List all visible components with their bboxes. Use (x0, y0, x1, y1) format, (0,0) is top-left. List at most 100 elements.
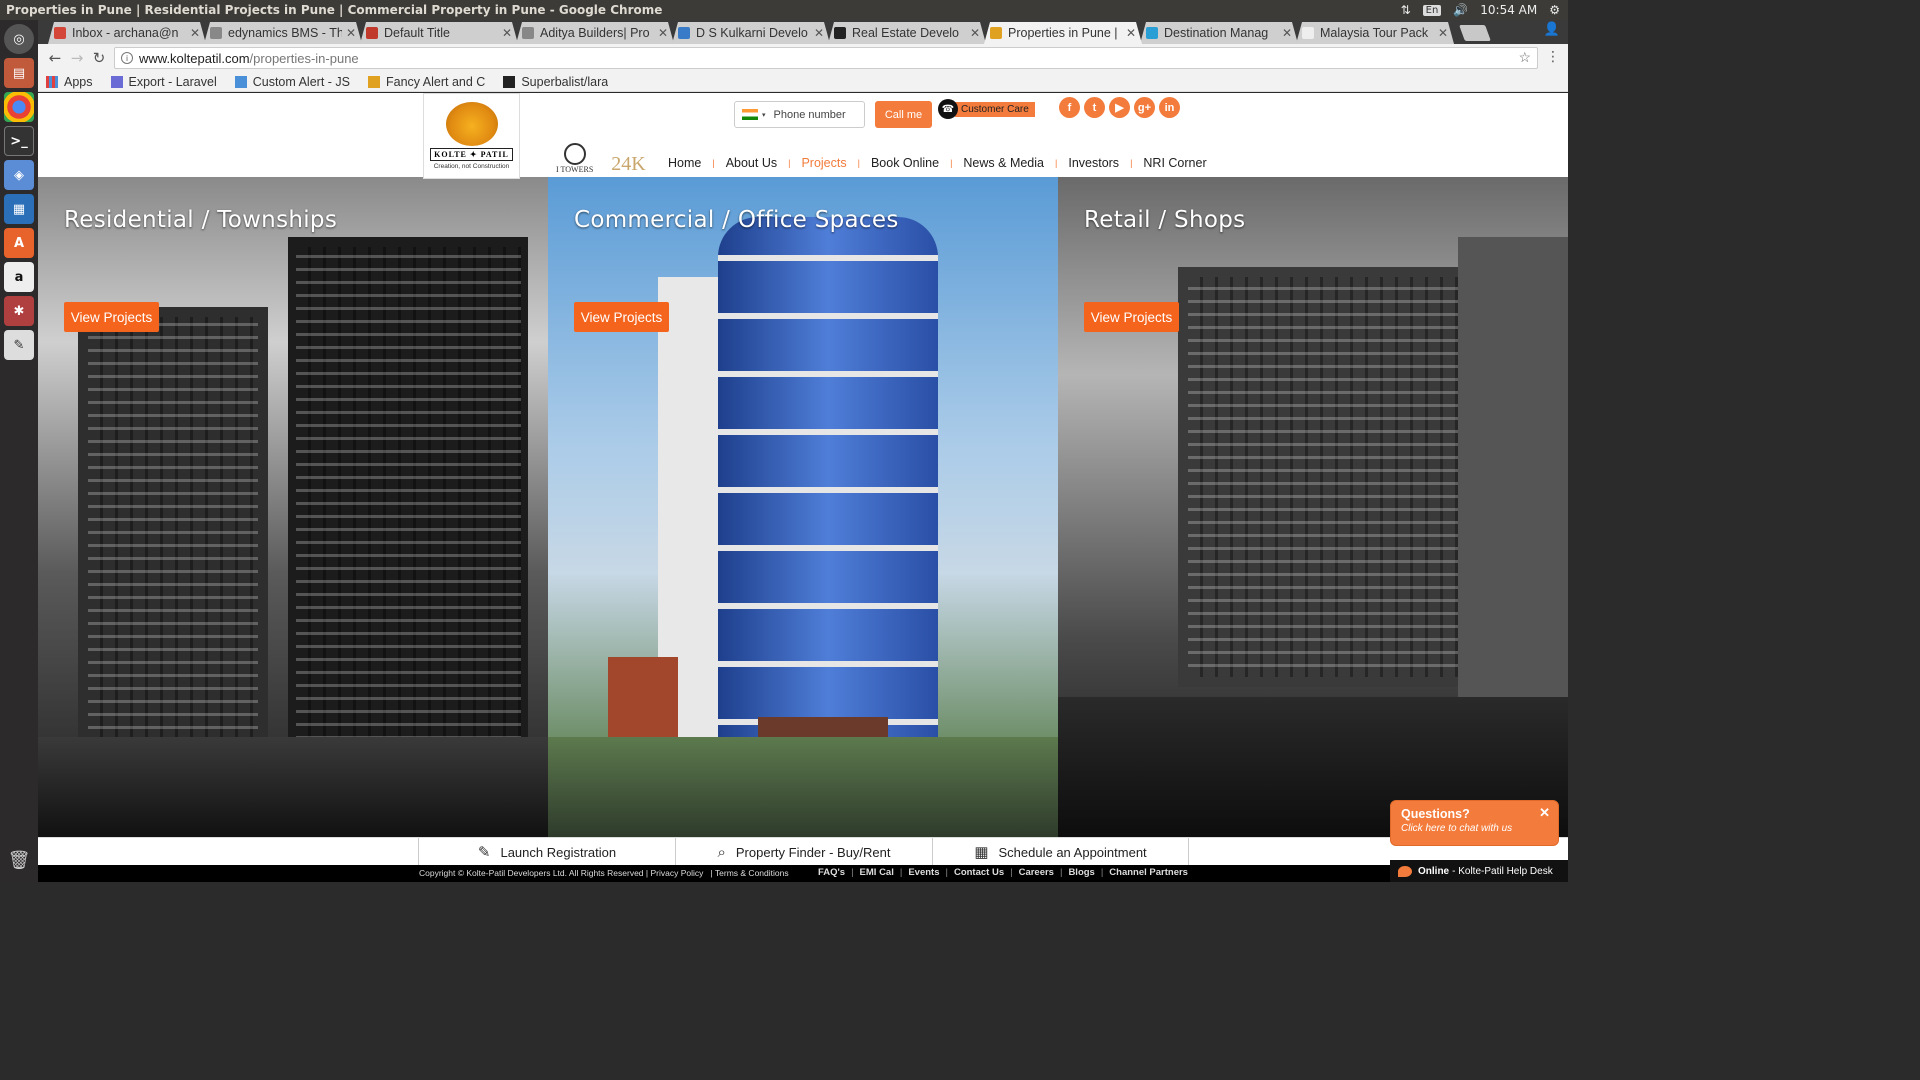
panel-retail[interactable]: Retail / Shops View Projects (1058, 177, 1568, 837)
bookmark-item[interactable]: Custom Alert - JS (234, 75, 350, 89)
footer-link[interactable]: Channel Partners (1109, 867, 1188, 878)
phone-input[interactable]: ▾ Phone number (734, 101, 865, 128)
software-center-icon[interactable]: A (4, 228, 34, 258)
view-projects-button[interactable]: View Projects (1084, 302, 1179, 332)
browser-tab[interactable]: Properties in Pune | ✕ (984, 22, 1142, 44)
browser-tab[interactable]: Aditya Builders| Pro ✕ (516, 22, 674, 44)
address-bar[interactable]: i www.koltepatil.com/properties-in-pune … (114, 47, 1538, 69)
back-icon[interactable]: ← (44, 49, 66, 67)
settings-gear-icon[interactable]: ⚙ (1549, 3, 1560, 17)
close-tab-icon[interactable]: ✕ (502, 26, 512, 40)
bookmark-item[interactable]: Superbalist/lara (503, 75, 608, 89)
new-tab-button[interactable] (1459, 25, 1491, 41)
chrome-icon[interactable] (4, 92, 34, 122)
logo-tagline: Creation, not Construction (433, 163, 510, 170)
close-tab-icon[interactable]: ✕ (1282, 26, 1292, 40)
reload-icon[interactable]: ↻ (88, 49, 110, 67)
india-flag-icon[interactable] (742, 109, 758, 120)
system-tray: ⇅ En 🔊 10:54 AM ⚙ (1401, 0, 1560, 20)
writer-icon[interactable]: ▦ (4, 194, 34, 224)
browser-tab[interactable]: Default Title ✕ (360, 22, 518, 44)
google-plus-icon[interactable]: g+ (1134, 97, 1155, 118)
forward-icon[interactable]: → (66, 49, 88, 67)
view-projects-button[interactable]: View Projects (574, 302, 669, 332)
close-tab-icon[interactable]: ✕ (1438, 26, 1448, 40)
nav-item[interactable]: News & Media (963, 156, 1044, 170)
footer-link[interactable]: Contact Us (954, 867, 1004, 878)
close-icon[interactable]: ✕ (1539, 805, 1550, 821)
caret-down-icon[interactable]: ▾ (762, 111, 766, 119)
site-header: KOLTE ✦ PATIL Creation, not Construction… (38, 93, 1568, 179)
linkedin-icon[interactable]: in (1159, 97, 1180, 118)
amazon-icon[interactable]: a (4, 262, 34, 292)
trash-icon[interactable]: 🗑 (5, 850, 33, 876)
browser-tab[interactable]: D S Kulkarni Develo ✕ (672, 22, 830, 44)
footer-links: FAQ's | EMI Cal | Events | Contact Us | Careers |… (818, 867, 1188, 878)
volume-icon[interactable]: 🔊 (1453, 3, 1468, 17)
dash-icon[interactable]: ◎ (4, 24, 34, 54)
nav-item[interactable]: Investors (1068, 156, 1119, 170)
twitter-icon[interactable]: t (1084, 97, 1105, 118)
tab-strip: Inbox - archana@n ✕ edynamics BMS - Th ✕ Def… (38, 20, 1568, 44)
network-icon[interactable]: ⇅ (1401, 3, 1411, 17)
site-logo[interactable]: KOLTE ✦ PATIL Creation, not Construction (423, 93, 520, 179)
settings-icon[interactable]: ✱ (4, 296, 34, 326)
clock[interactable]: 10:54 AM (1480, 3, 1537, 17)
close-tab-icon[interactable]: ✕ (970, 26, 980, 40)
nav-item[interactable]: Home (668, 156, 701, 170)
footer-link[interactable]: Blogs (1068, 867, 1094, 878)
facebook-icon[interactable]: f (1059, 97, 1080, 118)
footer-link[interactable]: FAQ's (818, 867, 845, 878)
tab-title: Properties in Pune | (1008, 26, 1118, 40)
bookmark-item[interactable]: Fancy Alert and C (367, 75, 485, 89)
launch-registration-button[interactable]: ✎ Launch Registration (418, 838, 675, 866)
footer-separator: | (851, 867, 854, 878)
panel-residential[interactable]: Residential / Townships View Projects (38, 177, 548, 837)
terminal-icon[interactable]: >_ (4, 126, 34, 156)
browser-tab[interactable]: Malaysia Tour Pack ✕ (1296, 22, 1454, 44)
nav-item[interactable]: Projects (801, 156, 846, 170)
view-projects-button[interactable]: View Projects (64, 302, 159, 332)
text-editor-icon[interactable]: ✎ (4, 330, 34, 360)
privacy-policy-link[interactable]: Privacy Policy (650, 868, 703, 878)
bookmark-item[interactable]: Export - Laravel (110, 75, 217, 89)
footer-link[interactable]: EMI Cal (860, 867, 894, 878)
chat-prompt[interactable]: Questions? Click here to chat with us ✕ (1390, 800, 1559, 846)
close-tab-icon[interactable]: ✕ (1126, 26, 1136, 40)
call-me-button[interactable]: Call me (875, 101, 932, 128)
bookmark-star-icon[interactable]: ☆ (1518, 49, 1531, 66)
profile-icon[interactable]: 👤 (1544, 22, 1560, 37)
footer-link[interactable]: Events (908, 867, 939, 878)
browser-tab[interactable]: edynamics BMS - Th ✕ (204, 22, 362, 44)
favicon-icon (1146, 27, 1158, 39)
nav-item[interactable]: NRI Corner (1143, 156, 1206, 170)
close-tab-icon[interactable]: ✕ (346, 26, 356, 40)
itowers-logo[interactable]: I TOWERS (556, 143, 593, 174)
close-tab-icon[interactable]: ✕ (814, 26, 824, 40)
24k-logo[interactable]: 24K (611, 154, 645, 174)
nav-item[interactable]: Book Online (871, 156, 939, 170)
nav-item[interactable]: About Us (726, 156, 777, 170)
chrome-menu-icon[interactable]: ⋮ (1546, 49, 1560, 65)
bookmark-item[interactable]: Apps (46, 75, 93, 89)
phone-placeholder: Phone number (773, 108, 846, 121)
browser-tab[interactable]: Real Estate Develo ✕ (828, 22, 986, 44)
schedule-appointment-button[interactable]: ▦ Schedule an Appointment (932, 838, 1189, 866)
calendar-icon: ▦ (974, 844, 989, 861)
chat-online-bar[interactable]: Online - Kolte-Patil Help Desk (1390, 860, 1568, 882)
property-finder-button[interactable]: ⌕ Property Finder - Buy/Rent (675, 838, 932, 866)
footer-link[interactable]: Careers (1019, 867, 1054, 878)
terms-link[interactable]: Terms & Conditions (715, 868, 789, 878)
keyboard-lang[interactable]: En (1422, 4, 1442, 16)
panel-commercial[interactable]: Commercial / Office Spaces View Projects (548, 177, 1058, 837)
info-icon[interactable]: i (121, 52, 133, 64)
schedule-appointment-label: Schedule an Appointment (998, 844, 1147, 860)
files-icon[interactable]: ▤ (4, 58, 34, 88)
browser-tab[interactable]: Destination Manag ✕ (1140, 22, 1298, 44)
browser-tab[interactable]: Inbox - archana@n ✕ (48, 22, 206, 44)
youtube-icon[interactable]: ▶ (1109, 97, 1130, 118)
customer-care-button[interactable]: ☎ Customer Care (938, 99, 1035, 119)
box-icon[interactable]: ◈ (4, 160, 34, 190)
close-tab-icon[interactable]: ✕ (190, 26, 200, 40)
close-tab-icon[interactable]: ✕ (658, 26, 668, 40)
